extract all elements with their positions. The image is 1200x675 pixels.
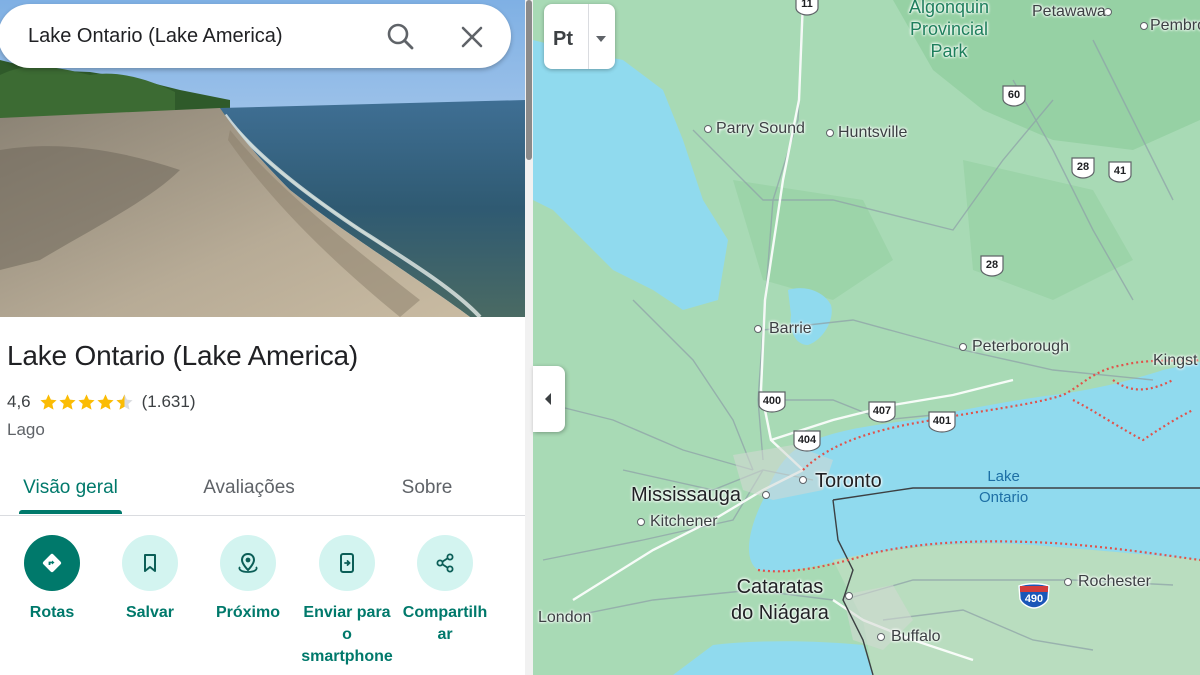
rating-row[interactable]: 4,6 (1.631) <box>7 391 196 413</box>
directions-label: Rotas <box>29 604 75 621</box>
star-full-icon <box>40 393 57 410</box>
map-label-parry-sound[interactable]: Parry Sound <box>716 120 805 138</box>
search-icon[interactable] <box>384 20 418 54</box>
map-dot-kitchener <box>637 518 645 526</box>
map-label-mississauga[interactable]: Mississauga <box>631 484 741 507</box>
highway-number: 11 <box>801 0 813 10</box>
map-dot-peterborough <box>959 343 967 351</box>
share-icon <box>417 535 473 591</box>
send-to-phone-icon <box>319 535 375 591</box>
highway-number: 28 <box>985 259 999 271</box>
map-label-toronto[interactable]: Toronto <box>815 470 882 493</box>
highway-number: 407 <box>872 405 892 417</box>
map-label-kingston[interactable]: Kingst <box>1153 352 1197 370</box>
search-input[interactable]: Lake Ontario (Lake America) <box>28 25 283 48</box>
lake-label-line-1: Lake <box>987 468 1020 485</box>
map-dot-buffalo <box>877 633 885 641</box>
place-panel: Lake Ontario (Lake America) Lake Ontario… <box>0 0 533 675</box>
map-dot-pembroke <box>1140 22 1148 30</box>
highway-number: 41 <box>1113 165 1127 177</box>
map-dot-toronto <box>799 476 807 484</box>
tab-about[interactable]: Sobre <box>356 460 498 516</box>
send-to-phone-label: Enviar para o smartphone <box>297 602 397 668</box>
map-label-buffalo[interactable]: Buffalo <box>891 628 941 646</box>
send-label-line-2: o <box>342 626 352 643</box>
review-count[interactable]: (1.631) <box>142 392 196 412</box>
highway-number: 490 <box>1024 593 1044 605</box>
map-label-huntsville[interactable]: Huntsville <box>838 124 907 142</box>
niagara-line-2: do Niágara <box>731 602 829 624</box>
highway-shield-11: 11 <box>794 0 820 16</box>
map-label-algonquin[interactable]: Algonquin Provincial Park <box>909 0 989 62</box>
map-dot-rochester <box>1064 578 1072 586</box>
save-label: Salvar <box>125 604 175 621</box>
map-dot-mississauga <box>762 491 770 499</box>
algonquin-line-2: Provincial <box>910 19 989 39</box>
highway-shield-404: 404 <box>792 430 822 452</box>
chevron-left-icon <box>543 392 553 406</box>
highway-number: 400 <box>762 395 782 407</box>
share-label-line-2: ar <box>437 626 453 643</box>
map-label-peterborough[interactable]: Peterborough <box>972 338 1069 356</box>
map-label-london[interactable]: London <box>538 609 591 627</box>
active-tab-indicator <box>19 510 122 514</box>
map-label-pembroke[interactable]: Pembro <box>1150 17 1200 35</box>
highway-number: 404 <box>797 434 817 446</box>
app-root: Lake Ontario (Lake America) Lake Ontario… <box>0 0 1200 675</box>
highway-number: 60 <box>1007 89 1021 101</box>
highway-shield-41: 41 <box>1107 161 1133 183</box>
nearby-label: Próximo <box>215 604 280 621</box>
star-full-icon <box>59 393 76 410</box>
tab-bar: Visão geral Avaliações Sobre <box>0 460 525 516</box>
search-box[interactable]: Lake Ontario (Lake America) <box>0 4 511 68</box>
layer-divider <box>588 4 589 69</box>
map-label-kitchener[interactable]: Kitchener <box>650 513 718 531</box>
niagara-line-1: Cataratas <box>736 576 824 598</box>
map-layer-switcher[interactable]: Pt <box>544 4 615 69</box>
share-label-line-1: Compartilh <box>402 604 488 621</box>
star-full-icon <box>78 393 95 410</box>
highway-shield-407: 407 <box>867 401 897 423</box>
share-label: Compartilh ar <box>395 602 495 646</box>
map-dot-parry-sound <box>704 125 712 133</box>
star-full-icon <box>97 393 114 410</box>
map-label-niagara[interactable]: Cataratas do Niágara <box>731 574 829 626</box>
tab-reviews[interactable]: Avaliações <box>178 460 320 516</box>
layer-label: Pt <box>553 28 573 50</box>
highway-shield-60: 60 <box>1001 85 1027 107</box>
rating-value: 4,6 <box>7 392 31 411</box>
interstate-shield-490: 490 <box>1017 583 1051 609</box>
directions-icon <box>24 535 80 591</box>
map-canvas[interactable]: Algonquin Provincial Park Petawawa Pembr… <box>533 0 1200 675</box>
send-label-line-1: Enviar para <box>303 604 391 621</box>
algonquin-line-1: Algonquin <box>909 0 990 17</box>
panel-scrollbar-thumb[interactable] <box>526 0 532 160</box>
nearby-pin-icon <box>220 535 276 591</box>
chevron-down-icon[interactable] <box>595 31 607 42</box>
bookmark-icon <box>122 535 178 591</box>
algonquin-line-3: Park <box>930 41 968 61</box>
highway-number: 28 <box>1076 161 1090 173</box>
map-dot-huntsville <box>826 129 834 137</box>
map-dot-barrie <box>754 325 762 333</box>
collapse-panel-button[interactable] <box>533 366 565 432</box>
send-label-line-3: smartphone <box>301 648 393 665</box>
highway-number: 401 <box>932 415 952 427</box>
highway-shield-28-north: 28 <box>1070 157 1096 179</box>
map-label-barrie[interactable]: Barrie <box>769 320 812 338</box>
highway-shield-400: 400 <box>757 391 787 413</box>
place-title: Lake Ontario (Lake America) <box>7 340 358 371</box>
tab-overview[interactable]: Visão geral <box>0 460 141 516</box>
map-label-petawawa[interactable]: Petawawa <box>1032 3 1106 21</box>
place-category[interactable]: Lago <box>7 420 45 440</box>
map-dot-niagara <box>845 592 853 600</box>
highway-shield-28-south: 28 <box>979 255 1005 277</box>
highway-shield-401: 401 <box>927 411 957 433</box>
close-icon[interactable] <box>455 20 489 54</box>
lake-label-line-2: Ontario <box>979 489 1029 506</box>
map-label-lake-ontario[interactable]: Lake Ontario <box>979 466 1028 508</box>
map-label-rochester[interactable]: Rochester <box>1078 573 1151 591</box>
star-half-icon <box>116 393 133 410</box>
rating-stars <box>39 393 134 412</box>
